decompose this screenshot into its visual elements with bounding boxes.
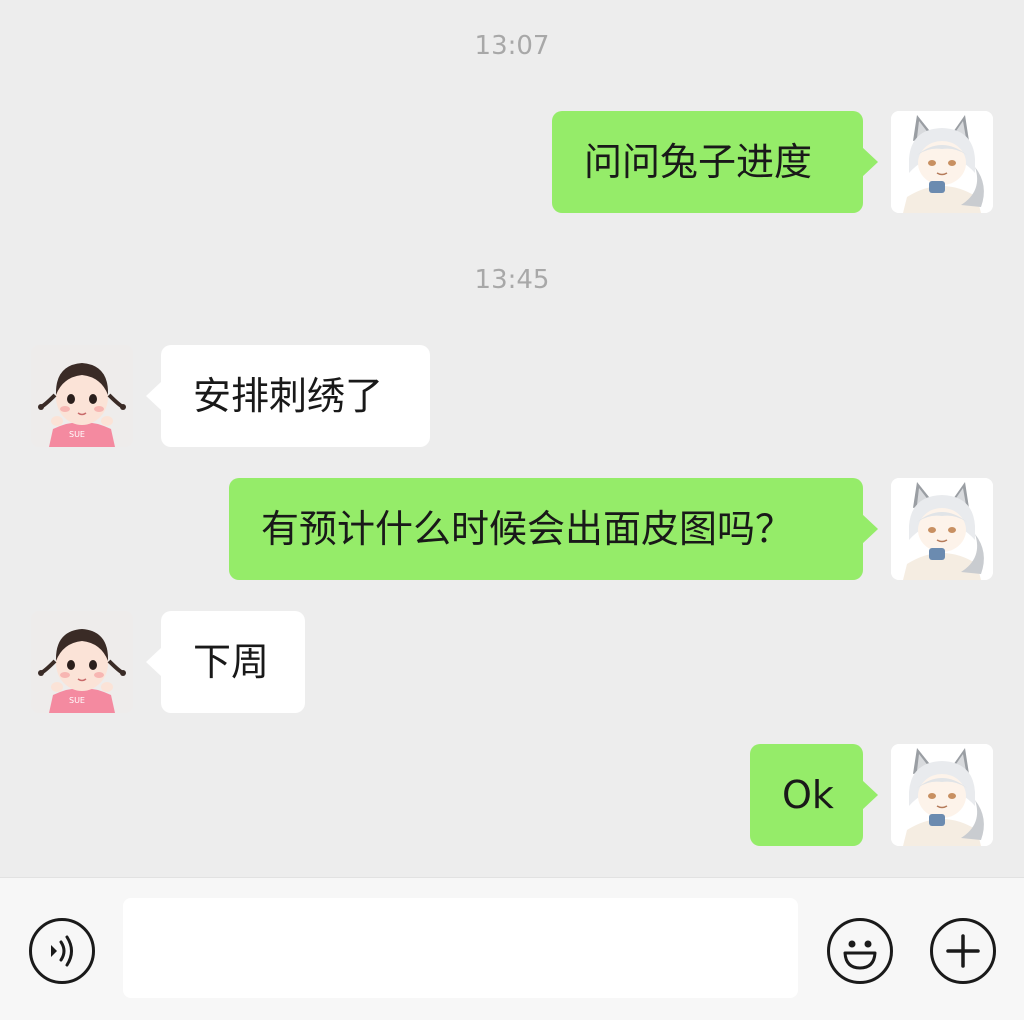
emoji-icon [843, 940, 877, 970]
avatar-contact[interactable]: SUE [31, 345, 133, 447]
message-bubble-outgoing[interactable]: Ok [750, 744, 878, 846]
avatar-self[interactable] [891, 744, 993, 846]
emoji-button[interactable] [827, 918, 893, 984]
fox-avatar-icon [891, 478, 993, 580]
message-input[interactable] [123, 898, 798, 998]
avatar-self[interactable] [891, 111, 993, 213]
voice-icon [51, 935, 73, 967]
input-toolbar [0, 877, 1024, 1020]
girl-avatar-icon: SUE [31, 345, 133, 447]
message-bubble-outgoing[interactable]: 有预计什么时候会出面皮图吗？ [229, 478, 878, 580]
fox-avatar-icon [891, 744, 993, 846]
avatar-contact[interactable]: SUE [31, 611, 133, 713]
timestamp: 13:45 [474, 265, 550, 295]
girl-avatar-icon: SUE [31, 611, 133, 713]
fox-avatar-icon [891, 111, 993, 213]
message-bubble-incoming[interactable]: 下周 [146, 611, 305, 713]
message-bubble-outgoing[interactable]: 问问兔子进度 [552, 111, 878, 213]
timestamp: 13:07 [474, 31, 550, 61]
voice-button[interactable] [29, 918, 95, 984]
plus-icon [946, 934, 980, 968]
avatar-self[interactable] [891, 478, 993, 580]
more-button[interactable] [930, 918, 996, 984]
svg-text:SUE: SUE [69, 696, 85, 705]
chat-area[interactable]: 13:07 问问兔子进度 13:45 SUE 安排刺绣了 有预计什么时候会出面皮… [0, 0, 1024, 877]
svg-text:SUE: SUE [69, 430, 85, 439]
message-bubble-incoming[interactable]: 安排刺绣了 [146, 345, 430, 447]
